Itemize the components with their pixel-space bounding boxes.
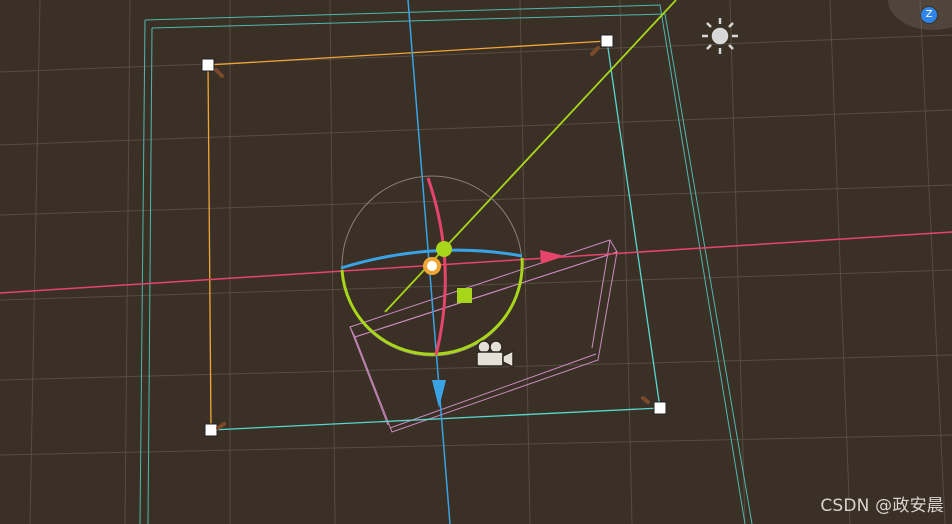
sun-icon[interactable] <box>702 18 738 54</box>
plane-move-handle[interactable] <box>457 288 472 303</box>
camera-icon[interactable] <box>476 340 514 369</box>
watermark: CSDN @政安晨 <box>820 496 944 516</box>
corner-handle-top-left[interactable] <box>201 58 215 72</box>
x-axis-arrow-handle[interactable] <box>540 250 565 264</box>
z-axis-orientation-button[interactable]: Z <box>921 7 937 23</box>
scene-canvas[interactable] <box>0 0 952 524</box>
corner-handle-bottom-left[interactable] <box>204 423 218 437</box>
camera-frustum <box>349 239 618 433</box>
corner-handle-top-right[interactable] <box>600 34 614 48</box>
y-axis-arrow-handle[interactable] <box>432 380 446 408</box>
corner-handle-bottom-right[interactable] <box>653 401 667 415</box>
selection-rect[interactable] <box>207 40 661 431</box>
pivot-icon[interactable] <box>423 257 441 275</box>
pin-icons <box>214 46 650 430</box>
z-axis-handle[interactable] <box>436 241 452 257</box>
scene-viewport[interactable]: Z CSDN @政安晨 <box>0 0 952 524</box>
corner-handles[interactable] <box>201 34 667 437</box>
